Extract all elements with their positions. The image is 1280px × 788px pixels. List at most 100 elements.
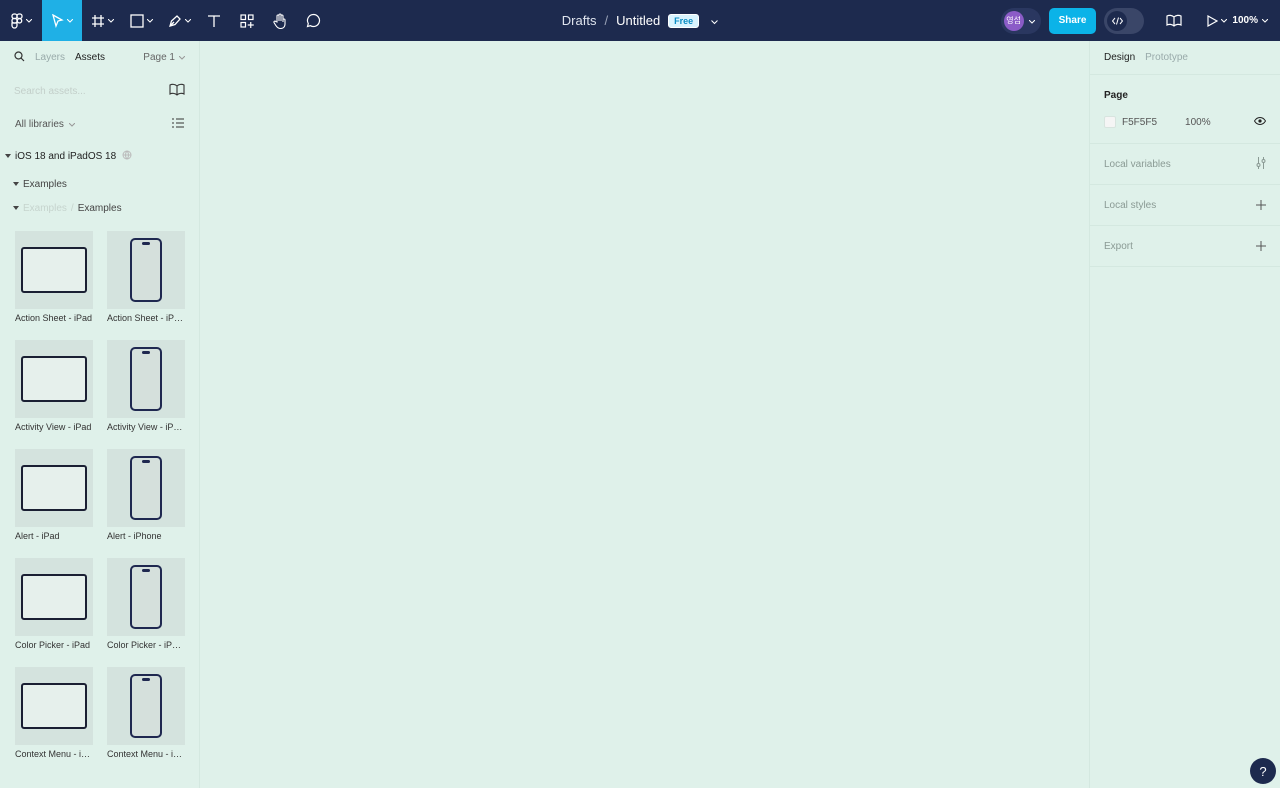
eye-icon[interactable] [1253,116,1267,128]
ipad-frame-icon [21,683,87,729]
present-button[interactable] [1202,0,1232,41]
share-button[interactable]: Share [1048,7,1097,34]
frame-tool-button[interactable] [82,0,122,41]
move-tool-button[interactable] [42,0,82,41]
asset-card[interactable]: Alert - iPad [15,449,93,545]
chevron-down-icon [68,119,76,130]
tab-prototype[interactable]: Prototype [1145,52,1188,63]
page-color-row[interactable]: F5F5F5 100% [1104,115,1267,129]
asset-thumbnail[interactable] [15,558,93,636]
library-group[interactable]: iOS 18 and iPadOS 18 [0,140,199,172]
main-menu-button[interactable] [0,0,42,41]
asset-label: Color Picker - iPhone [107,640,185,650]
library-button[interactable] [1160,0,1188,41]
plus-icon[interactable] [1256,197,1266,213]
library-book-icon[interactable] [169,83,185,99]
caret-down-icon [13,206,19,210]
asset-label: Action Sheet - iPad [15,313,93,323]
assets-search[interactable]: Search assets... [0,74,199,108]
text-tool-icon [207,14,221,28]
asset-thumbnail[interactable] [107,231,185,309]
ipad-frame-icon [21,574,87,620]
file-menu-chevron-icon[interactable] [711,13,719,28]
left-panel-tabs: Layers Assets Page 1 [0,41,199,74]
page-opacity[interactable]: 100% [1185,117,1211,128]
code-icon [1107,10,1128,31]
top-toolbar: Drafts / Untitled Free 영섭 Share 100% [0,0,1280,41]
caret-down-icon [13,182,19,186]
asset-card[interactable]: Color Picker - iPhone [107,558,185,654]
plan-badge: Free [668,13,700,28]
ipad-frame-icon [21,465,87,511]
tab-assets[interactable]: Assets [75,52,105,63]
crumb-separator: / [70,202,74,214]
comment-tool-button[interactable] [296,0,330,41]
page-selector[interactable]: Page 1 [143,52,186,63]
pen-tool-button[interactable] [160,0,198,41]
asset-card[interactable]: Color Picker - iPad [15,558,93,654]
asset-thumbnail[interactable] [15,667,93,745]
multiplayer-avatars[interactable]: 영섭 [1000,7,1041,34]
search-input[interactable]: Search assets... [14,86,86,97]
help-button[interactable]: ? [1250,758,1276,784]
asset-label: Color Picker - iPad [15,640,91,650]
list-view-icon[interactable] [172,117,184,131]
local-styles-section[interactable]: Local styles [1090,185,1280,226]
asset-card[interactable]: Context Menu - iPad [15,667,93,763]
page-color-hex[interactable]: F5F5F5 [1122,117,1157,128]
shape-tool-button[interactable] [122,0,160,41]
hand-tool-icon [273,12,287,29]
asset-card[interactable]: Activity View - iPad [15,340,93,436]
dev-mode-toggle[interactable] [1104,7,1145,34]
globe-icon [122,150,132,163]
asset-label: Context Menu - iPhone [107,749,185,759]
asset-thumbnail[interactable] [15,231,93,309]
zoom-menu[interactable]: 100% [1232,15,1269,26]
tab-layers[interactable]: Layers [35,52,65,63]
figma-menu-icon [10,12,23,29]
section-examples[interactable]: Examples [0,172,199,196]
properties-panel: Design Prototype Page F5F5F5 100% Local … [1089,41,1280,788]
frame-tool-icon [91,14,105,28]
search-icon[interactable] [14,50,25,65]
tab-design[interactable]: Design [1104,52,1135,63]
move-tool-icon [51,13,64,28]
asset-label: Context Menu - iPad [15,749,93,759]
crumb-current: Examples [77,202,122,214]
ipad-frame-icon [21,356,87,402]
hand-tool-button[interactable] [264,0,296,41]
pen-tool-icon [168,14,182,28]
plus-icon[interactable] [1256,238,1266,254]
asset-thumbnail[interactable] [107,558,185,636]
chevron-down-icon [1261,15,1269,26]
resources-icon [240,13,254,28]
iphone-frame-icon [130,674,162,738]
asset-thumbnail[interactable] [107,449,185,527]
libraries-filter[interactable]: All libraries [0,108,199,140]
asset-thumbnail[interactable] [15,449,93,527]
chevron-down-icon [107,18,114,23]
asset-card[interactable]: Action Sheet - iPhone [107,231,185,327]
resources-button[interactable] [230,0,264,41]
local-variables-section[interactable]: Local variables [1090,144,1280,185]
asset-thumbnail[interactable] [15,340,93,418]
export-section[interactable]: Export [1090,226,1280,267]
sliders-icon[interactable] [1256,156,1266,172]
file-name[interactable]: Untitled [616,13,660,28]
asset-card[interactable]: Action Sheet - iPad [15,231,93,327]
text-tool-button[interactable] [198,0,230,41]
color-swatch[interactable] [1104,116,1116,128]
breadcrumb-folder[interactable]: Drafts [562,13,597,28]
asset-card[interactable]: Alert - iPhone [107,449,185,545]
export-label: Export [1104,240,1133,252]
chevron-down-icon [178,52,186,63]
chevron-down-icon [25,18,32,23]
asset-card[interactable]: Context Menu - iPhone [107,667,185,763]
local-styles-label: Local styles [1104,199,1157,211]
asset-card[interactable]: Activity View - iPhone [107,340,185,436]
asset-thumbnail[interactable] [107,340,185,418]
asset-thumbnail[interactable] [107,667,185,745]
comment-tool-icon [306,13,321,28]
chevron-down-icon [184,18,191,23]
subsection-breadcrumb[interactable]: Examples / Examples [0,196,199,220]
